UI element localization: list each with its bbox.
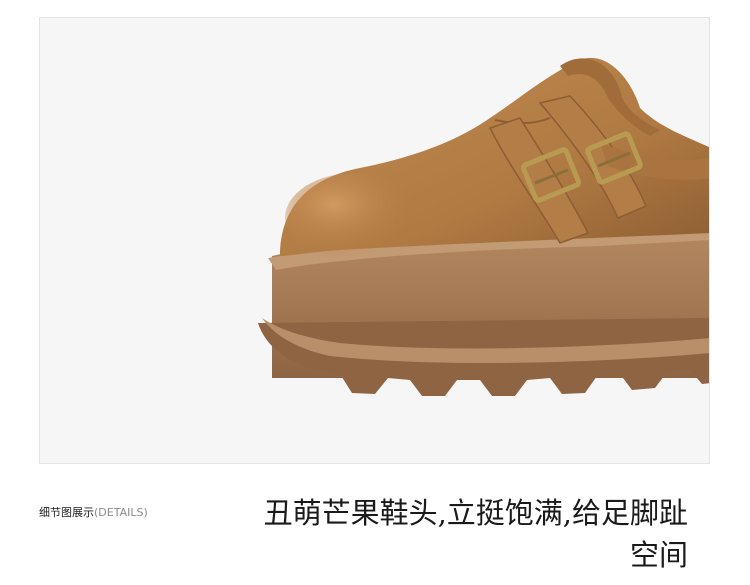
product-caption: 丑萌芒果鞋头,立挺饱满,给足脚趾 空间	[218, 492, 688, 576]
section-title: 细节图展示	[39, 506, 94, 519]
section-subtitle: (DETAILS)	[94, 506, 148, 519]
details-section-label: 细节图展示(DETAILS)	[39, 504, 148, 520]
caption-line-2: 空间	[629, 538, 688, 572]
product-photo	[39, 17, 710, 464]
caption-line-1: 丑萌芒果鞋头,立挺饱满,给足脚趾	[263, 496, 688, 530]
suede-clog-image	[258, 58, 709, 396]
